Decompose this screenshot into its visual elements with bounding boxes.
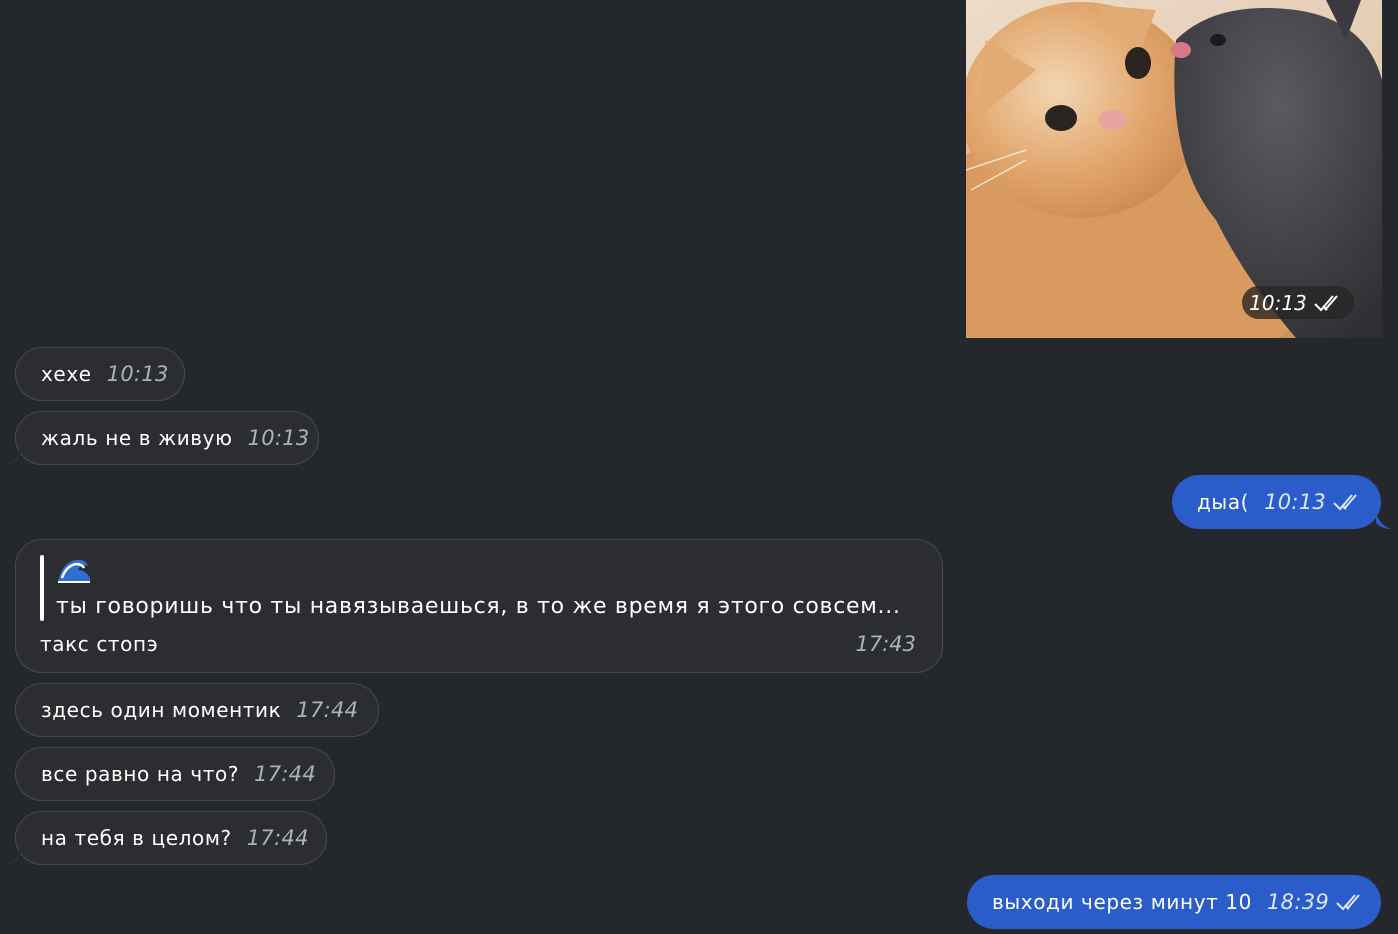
message-time: 10:13 [1264, 490, 1327, 514]
reply-message[interactable]: ты говоришь что ты навязываешься, в то ж… [15, 539, 943, 673]
message-text: выходи через минут 10 [992, 890, 1253, 914]
bubble-tail-icon [1376, 511, 1392, 529]
incoming-message[interactable]: все равно на что? 17:44 [15, 747, 335, 801]
bubble-tail-icon [4, 447, 20, 465]
photo-time-text: 10:13 [1249, 290, 1307, 315]
photo-message[interactable]: 10:13 [966, 0, 1382, 338]
message-text: такс стопэ [40, 632, 159, 656]
message-time: 10:13 [106, 362, 169, 386]
photo-timestamp: 10:13 [1242, 286, 1354, 319]
incoming-message[interactable]: хехе 10:13 [15, 347, 185, 401]
message-time: 17:44 [296, 698, 359, 722]
incoming-message[interactable]: здесь один моментик 17:44 [15, 683, 379, 737]
double-check-icon [1333, 494, 1357, 511]
message-time: 17:43 [855, 632, 916, 656]
message-text: дыа( [1197, 490, 1250, 514]
message-time: 17:44 [246, 826, 309, 850]
message-text: все равно на что? [41, 762, 240, 786]
message-text: на тебя в целом? [41, 826, 232, 850]
message-time: 10:13 [247, 426, 310, 450]
incoming-message[interactable]: жаль не в живую 10:13 [15, 411, 319, 465]
wave-emoji-icon [58, 559, 90, 583]
message-text: хехе [41, 362, 92, 386]
chat-area: 10:13 хехе 10:13 жаль не в живую 10:13 д… [0, 0, 1398, 934]
outgoing-message[interactable]: выходи через минут 10 18:39 [967, 875, 1381, 929]
incoming-message[interactable]: на тебя в целом? 17:44 [15, 811, 327, 865]
outgoing-message[interactable]: дыа( 10:13 [1172, 475, 1381, 529]
quoted-text: ты говоришь что ты навязываешься, в то ж… [56, 594, 901, 619]
bubble-tail-icon [4, 847, 20, 865]
message-text: здесь один моментик [41, 698, 282, 722]
message-time: 18:39 [1267, 890, 1330, 914]
message-time: 17:44 [254, 762, 317, 786]
quote-bar [40, 555, 44, 621]
message-text: жаль не в живую [41, 426, 233, 450]
double-check-icon [1336, 894, 1360, 911]
double-check-icon [1314, 294, 1338, 311]
